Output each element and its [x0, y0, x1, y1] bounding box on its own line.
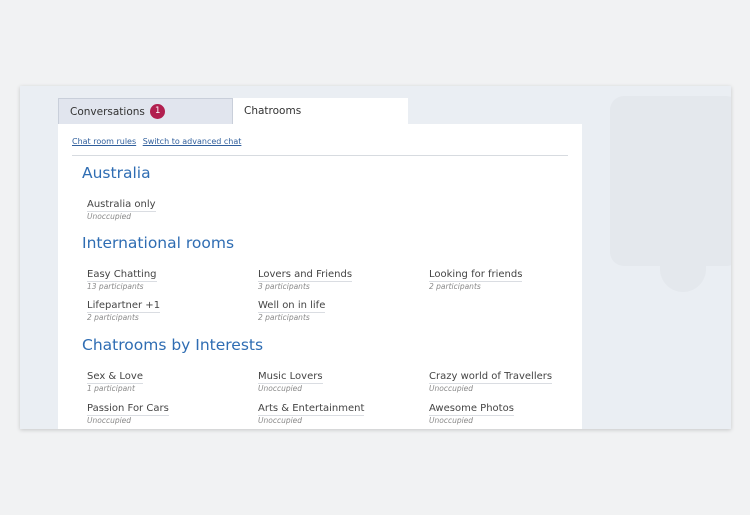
- room-item[interactable]: Australia only Unoccupied: [87, 192, 252, 221]
- room-name: Passion For Cars: [87, 403, 169, 416]
- room-status: 3 participants: [258, 282, 310, 291]
- room-item[interactable]: Lifepartner +1 2 participants: [87, 293, 252, 322]
- tab-chatrooms[interactable]: Chatrooms: [233, 98, 408, 124]
- room-name: Sex & Love: [87, 371, 143, 384]
- room-status: Unoccupied: [87, 416, 132, 425]
- notification-badge: 1: [150, 103, 166, 119]
- room-status: 2 participants: [429, 282, 481, 291]
- room-status: Unoccupied: [258, 416, 303, 425]
- room-name: Well on in life: [258, 300, 326, 313]
- room-item[interactable]: Sex & Love 1 participant: [87, 364, 252, 393]
- room-name: Arts & Entertainment: [258, 403, 365, 416]
- room-status: 2 participants: [258, 313, 310, 322]
- room-item[interactable]: Lovers and Friends 3 participants: [258, 262, 423, 291]
- tab-chatrooms-label: Chatrooms: [244, 105, 302, 117]
- room-status: Unoccupied: [87, 212, 132, 221]
- room-status: Unoccupied: [429, 384, 474, 393]
- tab-conversations[interactable]: Conversations 1: [58, 98, 233, 124]
- room-name: Lovers and Friends: [258, 269, 353, 282]
- room-item[interactable]: Arts & Entertainment Unoccupied: [258, 396, 423, 425]
- room-name: Looking for friends: [429, 269, 523, 282]
- chatrooms-panel: Chat room rules Switch to advanced chat …: [58, 124, 582, 429]
- room-name: Crazy world of Travellers: [429, 371, 553, 384]
- chat-window: Conversations 1 Chatrooms Chat room rule…: [20, 86, 731, 429]
- chat-links: Chat room rules Switch to advanced chat: [72, 137, 245, 146]
- room-status: 13 participants: [87, 282, 144, 291]
- background-shape: [610, 96, 731, 266]
- room-item[interactable]: Awesome Photos Unoccupied: [429, 396, 594, 425]
- room-name: Music Lovers: [258, 371, 323, 384]
- chat-room-rules-link[interactable]: Chat room rules: [72, 137, 136, 146]
- room-item[interactable]: Looking for friends 2 participants: [429, 262, 594, 291]
- room-item[interactable]: Well on in life 2 participants: [258, 293, 423, 322]
- tab-bar: Conversations 1 Chatrooms: [58, 98, 588, 124]
- room-name: Australia only: [87, 199, 156, 212]
- room-item[interactable]: Easy Chatting 13 participants: [87, 262, 252, 291]
- room-item[interactable]: Crazy world of Travellers Unoccupied: [429, 364, 594, 393]
- section-title-international: International rooms: [82, 234, 235, 252]
- room-name: Lifepartner +1: [87, 300, 161, 313]
- background-shape-tail: [660, 246, 706, 292]
- room-status: 1 participant: [87, 384, 135, 393]
- room-status: Unoccupied: [429, 416, 474, 425]
- room-item[interactable]: Passion For Cars Unoccupied: [87, 396, 252, 425]
- section-title-interests: Chatrooms by Interests: [82, 336, 264, 354]
- room-name: Awesome Photos: [429, 403, 514, 416]
- section-title-australia: Australia: [82, 164, 151, 182]
- room-name: Easy Chatting: [87, 269, 157, 282]
- tab-conversations-label: Conversations: [70, 106, 145, 118]
- room-item[interactable]: Music Lovers Unoccupied: [258, 364, 423, 393]
- room-status: Unoccupied: [258, 384, 303, 393]
- room-status: 2 participants: [87, 313, 139, 322]
- divider: [72, 155, 568, 156]
- switch-advanced-chat-link[interactable]: Switch to advanced chat: [143, 137, 242, 146]
